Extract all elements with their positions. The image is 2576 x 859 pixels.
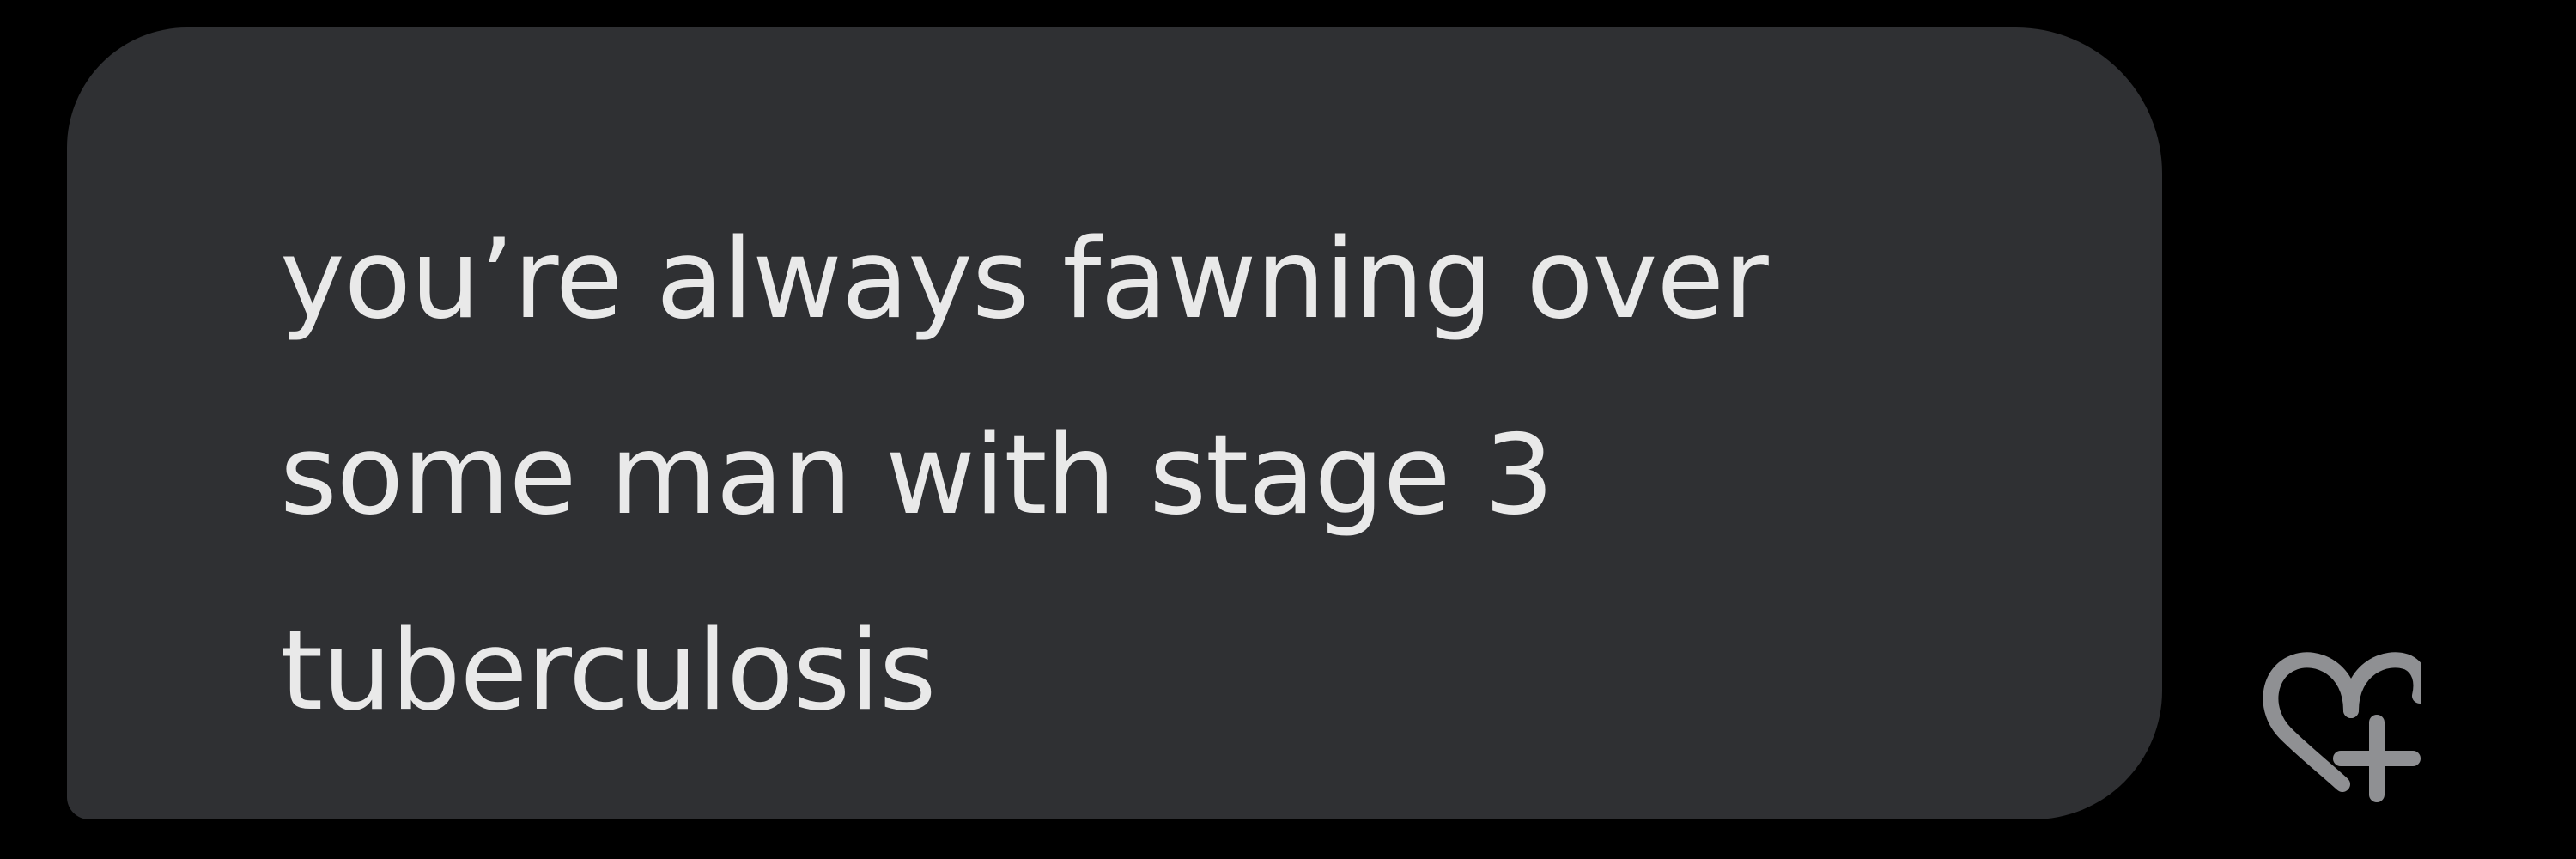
conversation-view: you’re always fawning over some man with… — [0, 0, 2576, 859]
message-line-1: you’re always fawning over — [280, 216, 1769, 344]
heart-plus-icon[interactable] — [2250, 631, 2421, 803]
message-text: you’re always fawning over some man with… — [280, 182, 1769, 770]
received-message-bubble[interactable]: you’re always fawning over some man with… — [67, 27, 2162, 819]
message-line-3: tuberculosis — [280, 607, 936, 735]
message-line-2: some man with stage 3 — [280, 411, 1554, 539]
